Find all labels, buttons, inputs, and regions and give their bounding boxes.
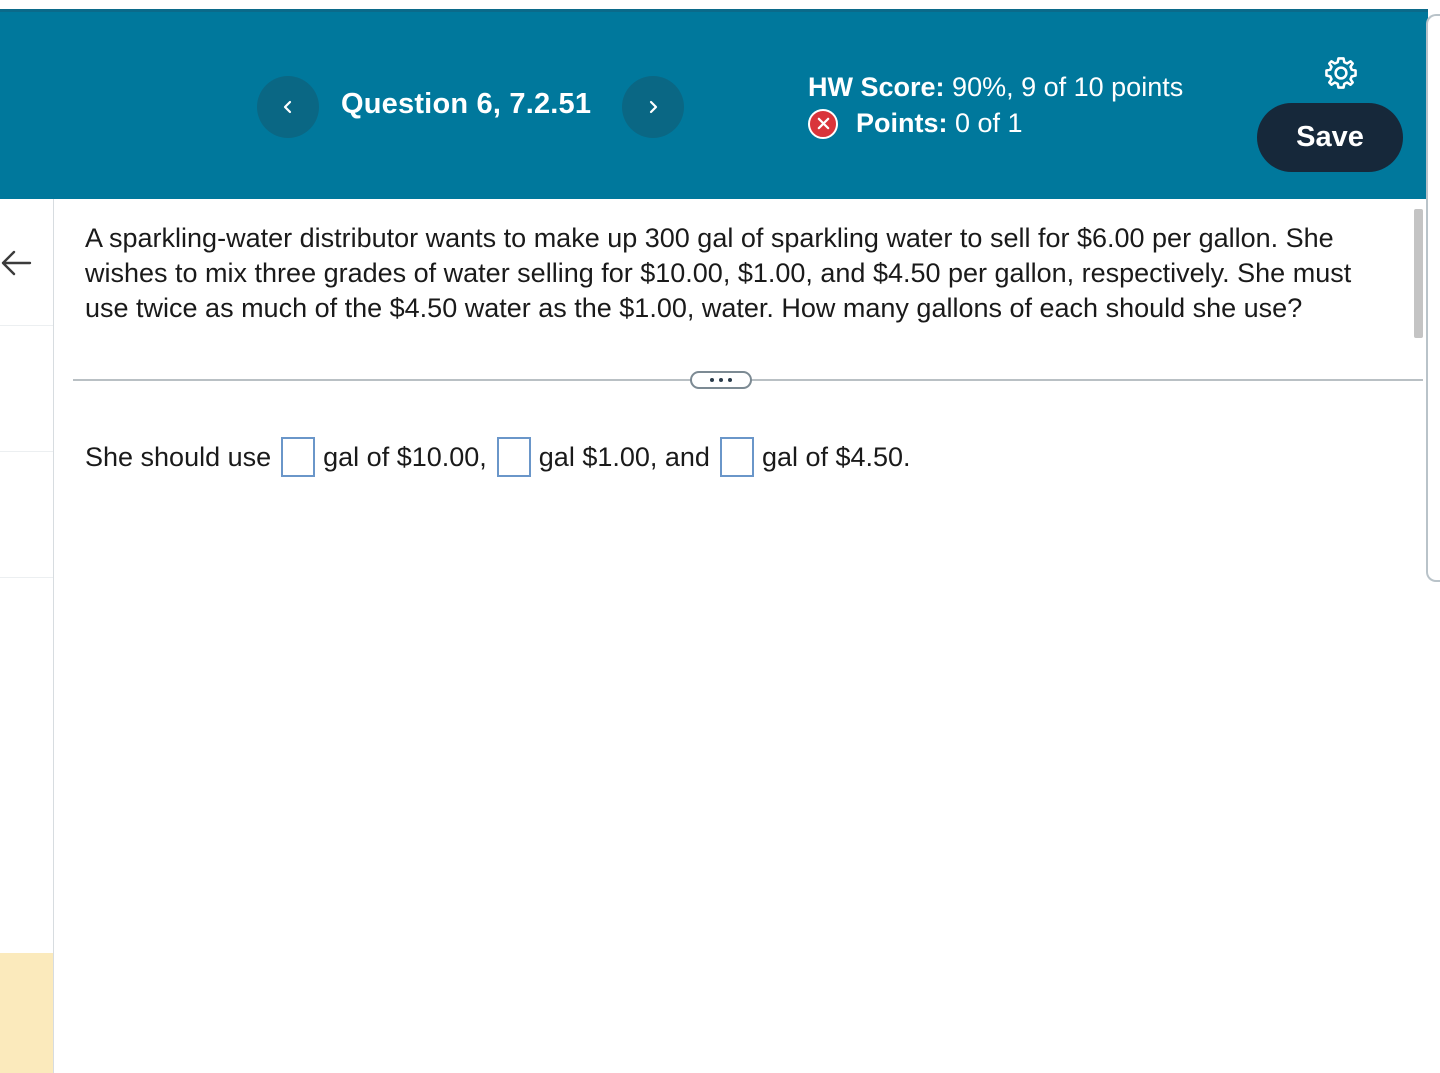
hw-score-label: HW Score:	[808, 72, 945, 102]
highlight-block	[0, 953, 53, 1073]
top-strip	[0, 0, 1440, 9]
x-circle-icon	[808, 108, 838, 139]
answer-input-1-dollar[interactable]	[496, 437, 531, 477]
points-label: Points:	[856, 108, 948, 138]
dot	[728, 378, 732, 382]
gear-icon[interactable]	[1322, 54, 1360, 92]
answer-part-2: gal $1.00, and	[538, 441, 710, 472]
question-text: A sparkling-water distributor wants to m…	[85, 223, 1352, 323]
answer-input-4-50-dollar[interactable]	[719, 437, 754, 477]
arrow-left-icon[interactable]	[0, 246, 34, 280]
answer-statement: She should use gal of $10.00, gal $1.00,…	[85, 436, 911, 478]
ellipsis-icon[interactable]	[690, 371, 752, 389]
points-value: 0 of 1	[955, 108, 1023, 138]
rail-divider	[0, 451, 53, 452]
chevron-left-icon	[283, 100, 292, 114]
next-question-button[interactable]	[622, 76, 684, 138]
question-header	[0, 9, 1428, 199]
rail-divider	[0, 325, 53, 326]
question-title: Question 6, 7.2.51	[341, 88, 592, 120]
hw-score: HW Score: 90%, 9 of 10 points	[808, 72, 1183, 103]
scrollbar[interactable]	[1414, 209, 1423, 338]
hw-score-value: 90%, 9 of 10 points	[952, 72, 1184, 102]
previous-question-button[interactable]	[257, 76, 319, 138]
answer-input-10-dollar[interactable]	[281, 437, 316, 477]
side-panel-edge	[1426, 14, 1440, 582]
answer-part-1: gal of $10.00,	[323, 441, 487, 472]
rail-divider	[0, 577, 53, 578]
answer-prefix: She should use	[85, 441, 272, 472]
dot	[710, 378, 714, 382]
dot	[719, 378, 723, 382]
chevron-right-icon	[649, 100, 658, 114]
points-status: Points: 0 of 1	[808, 108, 1023, 139]
answer-part-3: gal of $4.50.	[761, 441, 911, 472]
save-button[interactable]: Save	[1257, 103, 1403, 172]
left-rail	[0, 199, 54, 1073]
